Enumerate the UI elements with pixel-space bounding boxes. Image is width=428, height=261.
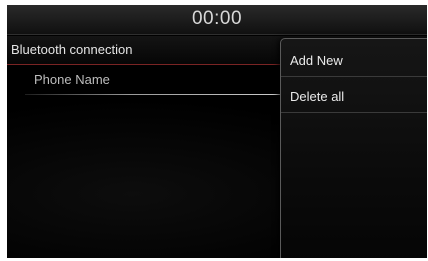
delete-all-menu-item[interactable]: Delete all [281, 77, 427, 113]
clock: 00:00 [191, 8, 243, 29]
add-new-label: Add New [290, 53, 343, 68]
menu-divider [281, 112, 427, 113]
status-bar: 00:00 [7, 5, 427, 35]
options-popup-menu: Add New Delete all [280, 38, 427, 258]
list-item-divider [25, 94, 287, 95]
device-name-label: Phone Name [34, 72, 110, 87]
page-title: Bluetooth connection [11, 42, 133, 57]
delete-all-label: Delete all [290, 89, 345, 104]
add-new-menu-item[interactable]: Add New [281, 41, 427, 77]
head-unit-screen: 00:00 Bluetooth connection Phone Name Ad… [7, 5, 427, 258]
